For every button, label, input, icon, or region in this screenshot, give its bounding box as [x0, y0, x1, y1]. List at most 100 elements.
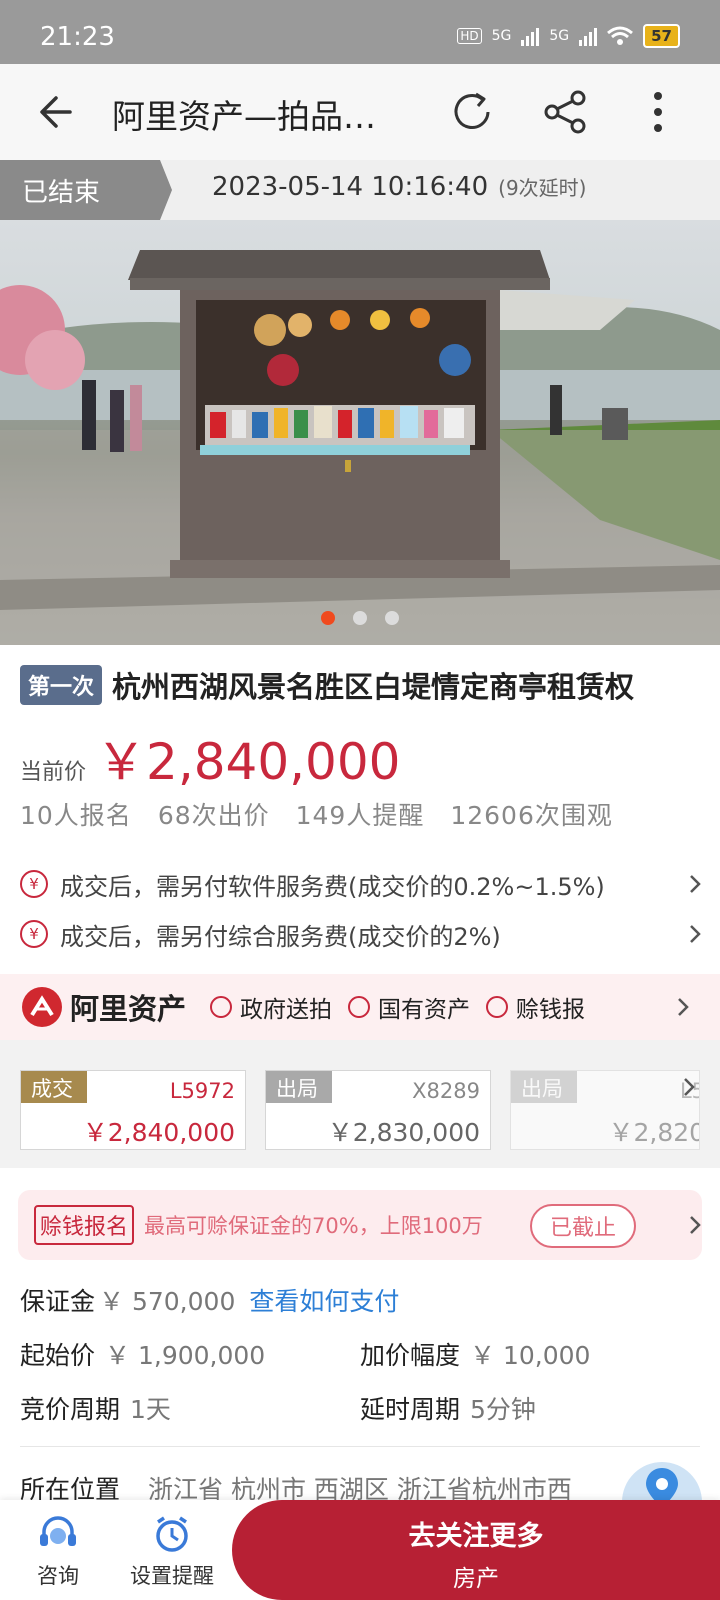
bid-amount: ￥2,840,000 [82, 1118, 235, 1147]
stat-bids: 68次出价 [157, 801, 270, 830]
start-price-label: 起始价 [20, 1341, 96, 1370]
bid-amount: ￥2,820, [608, 1118, 699, 1147]
carousel-dot[interactable] [385, 611, 399, 625]
carousel-dot[interactable] [353, 611, 367, 625]
bid-card: 出局 L5 ￥2,820, [510, 1070, 700, 1150]
check-circle-icon [348, 996, 371, 1018]
deposit-value: ￥ 570,000 [99, 1287, 236, 1316]
ali-assets-band[interactable]: 阿里资产 政府送拍 国有资产 赊钱报 [0, 974, 720, 1040]
promo-closed-button[interactable]: 已截止 [530, 1204, 637, 1248]
hd-icon: HD [457, 28, 482, 44]
chevron-right-icon [690, 1216, 701, 1234]
share-icon[interactable] [542, 88, 590, 136]
current-price-value: ￥2,840,000 [96, 733, 401, 791]
wifi-icon [607, 26, 634, 45]
status-tag: 已结束 [0, 160, 172, 220]
increment-label: 加价幅度 [360, 1341, 461, 1370]
payment-help-link[interactable]: 查看如何支付 [249, 1287, 399, 1316]
carousel-dot[interactable] [321, 611, 335, 625]
fee-text: 成交后，需另付软件服务费(成交价的0.2%~1.5%) [60, 872, 605, 901]
yen-icon: ¥ [20, 870, 48, 898]
ali-assets-logo-icon [22, 987, 62, 1027]
delay-period-label: 延时周期 [360, 1395, 461, 1424]
feature-state-owned: 国有资产 [348, 990, 470, 1024]
fee-row-software[interactable]: ¥ 成交后，需另付软件服务费(成交价的0.2%~1.5%) [20, 862, 710, 906]
divider [20, 1446, 700, 1447]
set-reminder-button[interactable]: 设置提醒 [122, 1514, 222, 1590]
delay-period-row: 延时周期 5分钟 [360, 1390, 536, 1426]
bid-status: 成交 [21, 1071, 87, 1103]
start-price-row: 起始价 ￥ 1,900,000 [20, 1336, 265, 1372]
yen-icon: ¥ [20, 920, 48, 948]
promo-tag: 赊钱报名 [34, 1205, 135, 1245]
deposit-row: 保证金 ￥ 570,000 查看如何支付 [20, 1282, 399, 1318]
refresh-icon[interactable] [448, 88, 496, 136]
lot-stats: 10人报名 68次出价 149人提醒 12606次围观 [20, 796, 613, 832]
bidder-code: X8289 [412, 1079, 480, 1103]
signal-icon [521, 26, 540, 46]
status-icons: HD 5G 5G 57 [457, 24, 680, 48]
consult-button[interactable]: 咨询 [8, 1514, 108, 1590]
bid-card: 成交 L5972 ￥2,840,000 [20, 1070, 246, 1150]
kiosk-photo [0, 250, 720, 645]
status-bar: 21:23 HD 5G 5G 57 [0, 0, 720, 64]
ali-assets-brand: 阿里资产 [70, 992, 187, 1026]
feature-government: 政府送拍 [210, 990, 332, 1024]
bottom-action-bar: 咨询 设置提醒 去关注更多 房产 [0, 1500, 720, 1600]
status-time: 21:23 [40, 22, 115, 52]
follow-more-label: 去关注更多 [408, 1521, 544, 1552]
follow-more-button[interactable]: 去关注更多 房产 [232, 1500, 720, 1600]
bid-period-value: 1天 [130, 1395, 171, 1424]
lot-title-row: 第一次 杭州西湖风景名胜区白堤情定商亭租赁权 [20, 664, 710, 706]
check-circle-icon [486, 996, 509, 1018]
delay-period-value: 5分钟 [470, 1395, 536, 1424]
start-price-value: ￥ 1,900,000 [105, 1341, 266, 1370]
carousel-indicators [0, 611, 720, 625]
app-bar: 阿里资产—拍品… [0, 64, 720, 160]
increment-row: 加价幅度 ￥ 10,000 [360, 1336, 590, 1372]
headset-icon [40, 1516, 76, 1546]
chevron-right-icon[interactable] [678, 1076, 700, 1098]
bidder-code: L5972 [169, 1079, 235, 1103]
feature-label: 国有资产 [378, 997, 471, 1023]
bid-amount: ￥2,830,000 [327, 1118, 480, 1147]
back-arrow-icon[interactable] [36, 90, 80, 134]
deposit-label: 保证金 [20, 1287, 96, 1316]
set-reminder-label: 设置提醒 [130, 1564, 214, 1588]
network-5g-label: 5G [491, 28, 512, 44]
auction-detail-page: 21:23 HD 5G 5G 57 阿里资产—拍品… 已结束 2023-05-1… [0, 0, 720, 1600]
lot-title: 杭州西湖风景名胜区白堤情定商亭租赁权 [112, 670, 635, 704]
extension-count: (9次延时) [498, 176, 587, 200]
stat-views: 12606次围观 [450, 801, 613, 830]
check-circle-icon [210, 996, 233, 1018]
bid-status: 出局 [266, 1071, 332, 1103]
feature-credit: 赊钱报 [486, 990, 585, 1024]
promo-text: 最高可赊保证金的70%，上限100万 [144, 1214, 483, 1238]
bid-history[interactable]: 成交 L5972 ￥2,840,000 出局 X8289 ￥2,830,000 … [0, 1040, 720, 1168]
auction-status-strip: 已结束 2023-05-14 10:16:40 (9次延时) [0, 160, 720, 220]
end-time: 2023-05-14 10:16:40 (9次延时) [212, 172, 586, 202]
feature-label: 赊钱报 [516, 997, 586, 1023]
chevron-right-icon [678, 998, 689, 1016]
page-title: 阿里资产—拍品… [112, 97, 376, 136]
stat-registrations: 10人报名 [20, 801, 132, 830]
battery-icon: 57 [643, 24, 680, 48]
round-badge: 第一次 [20, 665, 103, 705]
current-price-label: 当前价 [20, 760, 87, 785]
credit-registration-promo[interactable]: 赊钱报名 最高可赊保证金的70%，上限100万 已截止 [18, 1190, 702, 1260]
stat-reminders: 149人提醒 [295, 801, 425, 830]
chevron-right-icon [690, 875, 701, 893]
fee-text: 成交后，需另付综合服务费(成交价的2%) [60, 922, 501, 951]
bid-period-label: 竞价周期 [20, 1395, 121, 1424]
lot-image-carousel[interactable] [0, 220, 720, 645]
bid-status: 出局 [511, 1071, 577, 1103]
network-5g-label-2: 5G [549, 28, 570, 44]
signal-icon-2 [579, 26, 598, 46]
end-time-value: 2023-05-14 10:16:40 [212, 172, 489, 202]
bid-card: 出局 X8289 ￥2,830,000 [265, 1070, 491, 1150]
increment-value: ￥ 10,000 [470, 1341, 591, 1370]
fee-row-general[interactable]: ¥ 成交后，需另付综合服务费(成交价的2%) [20, 912, 710, 956]
follow-more-sublabel: 房产 [453, 1566, 499, 1592]
feature-label: 政府送拍 [240, 997, 333, 1023]
more-options-icon[interactable] [634, 88, 682, 136]
